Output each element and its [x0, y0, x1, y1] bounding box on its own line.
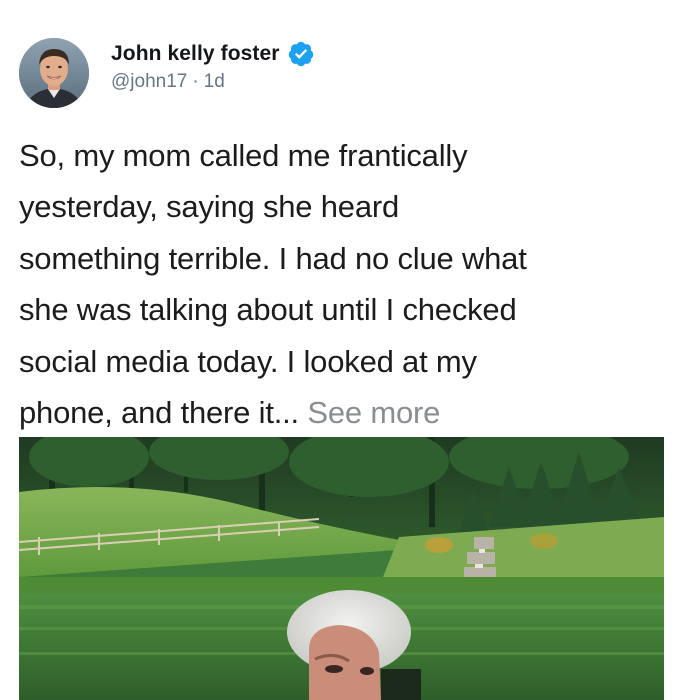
avatar-image [19, 38, 89, 108]
post-text-tail: phone, and there it... [19, 395, 299, 431]
post-image[interactable] [19, 437, 664, 700]
author-meta: @john17 · 1d [111, 71, 225, 93]
author-display-name[interactable]: John kelly foster [111, 42, 280, 66]
pond-landscape-photo [19, 437, 664, 700]
post-card: John kelly foster @john17 · 1d So, my mom … [0, 0, 700, 700]
post-text-line: something terrible. I had no clue what [19, 240, 527, 276]
post-text-line: social media today. I looked at my [19, 343, 477, 379]
see-more-link[interactable]: See more [307, 395, 440, 430]
post-body: So, my mom called me frantically yesterd… [19, 130, 684, 438]
post-text-line: she was talking about until I checked [19, 292, 517, 328]
author-name-row: John kelly foster [111, 40, 315, 68]
author-handle[interactable]: @john17 [111, 71, 187, 92]
avatar[interactable] [19, 38, 89, 108]
post-text-line: So, my mom called me frantically [19, 138, 468, 173]
post-text-line: yesterday, saying she heard [19, 189, 400, 225]
meta-separator: · [192, 71, 199, 92]
post-text-last-line: phone, and there it... See more [19, 387, 684, 438]
post-timestamp[interactable]: 1d [204, 71, 225, 92]
verified-badge-icon [287, 40, 315, 68]
